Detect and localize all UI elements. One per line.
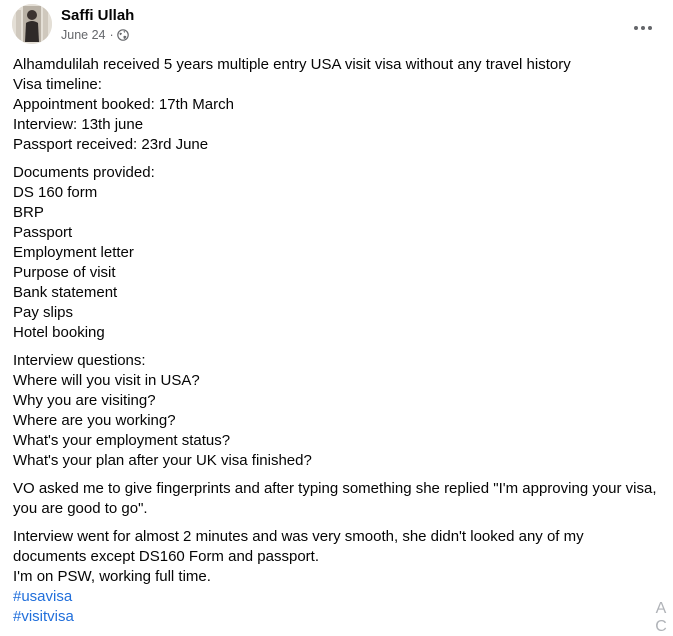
globe-icon[interactable]	[116, 29, 129, 41]
text-line: What's your plan after your UK visa fini…	[13, 452, 312, 469]
text-line: Documents provided:	[13, 164, 155, 181]
text-line: Passport received: 23rd June	[13, 136, 209, 153]
text-line: Appointment booked: 17th March	[13, 96, 234, 113]
post-body: Alhamdulilah received 5 years multiple e…	[13, 55, 663, 635]
more-options-button[interactable]	[625, 10, 661, 46]
text-line: Visa timeline:	[13, 76, 102, 93]
edge-glyph: C	[655, 618, 667, 635]
post-date[interactable]: June 24	[61, 28, 105, 42]
paragraph-visa-timeline: Alhamdulilah received 5 years multiple e…	[13, 55, 663, 155]
post-meta: June 24 ·	[61, 28, 129, 42]
avatar[interactable]	[12, 4, 52, 44]
text-line: DS 160 form	[13, 184, 98, 201]
meta-separator: ·	[109, 28, 114, 42]
edge-glyph: A	[655, 600, 667, 617]
text-line: Interview: 13th june	[13, 116, 144, 133]
text-line: Employment letter	[13, 244, 134, 261]
text-line: I'm on PSW, working full time.	[13, 568, 211, 585]
post-card: Saffi Ullah June 24 · Alhamdulilah recei…	[0, 0, 673, 635]
author-name[interactable]: Saffi Ullah	[61, 7, 134, 24]
text-line: VO asked me to give fingerprints and aft…	[13, 480, 657, 497]
more-horizontal-icon	[634, 26, 652, 30]
text-line: Where are you working?	[13, 412, 176, 429]
text-line: Where will you visit in USA?	[13, 372, 200, 389]
text-line: Interview questions:	[13, 352, 146, 369]
text-line: Hotel booking	[13, 324, 105, 341]
text-line: Alhamdulilah received 5 years multiple e…	[13, 56, 571, 73]
text-line: Pay slips	[13, 304, 74, 321]
text-line: What's your employment status?	[13, 432, 231, 449]
paragraph-interview: Interview went for almost 2 minutes and …	[13, 527, 663, 627]
hashtag-link[interactable]: #visitvisa	[13, 607, 663, 627]
text-line: documents except DS160 Form and passport…	[13, 548, 319, 565]
post-header: Saffi Ullah June 24 ·	[12, 4, 657, 48]
text-line: Passport	[13, 224, 73, 241]
paragraph-questions: Interview questions: Where will you visi…	[13, 351, 663, 471]
text-line: Why you are visiting?	[13, 392, 156, 409]
paragraph-documents: Documents provided: DS 160 form BRP Pass…	[13, 163, 663, 343]
text-line: BRP	[13, 204, 44, 221]
text-line: Purpose of visit	[13, 264, 116, 281]
text-line: Interview went for almost 2 minutes and …	[13, 528, 584, 545]
text-line: you are good to go".	[13, 500, 148, 517]
edge-glyphs: A C	[653, 600, 669, 636]
hashtag-link[interactable]: #usavisa	[13, 587, 663, 607]
text-line: Bank statement	[13, 284, 118, 301]
paragraph-fingerprints: VO asked me to give fingerprints and aft…	[13, 479, 663, 519]
